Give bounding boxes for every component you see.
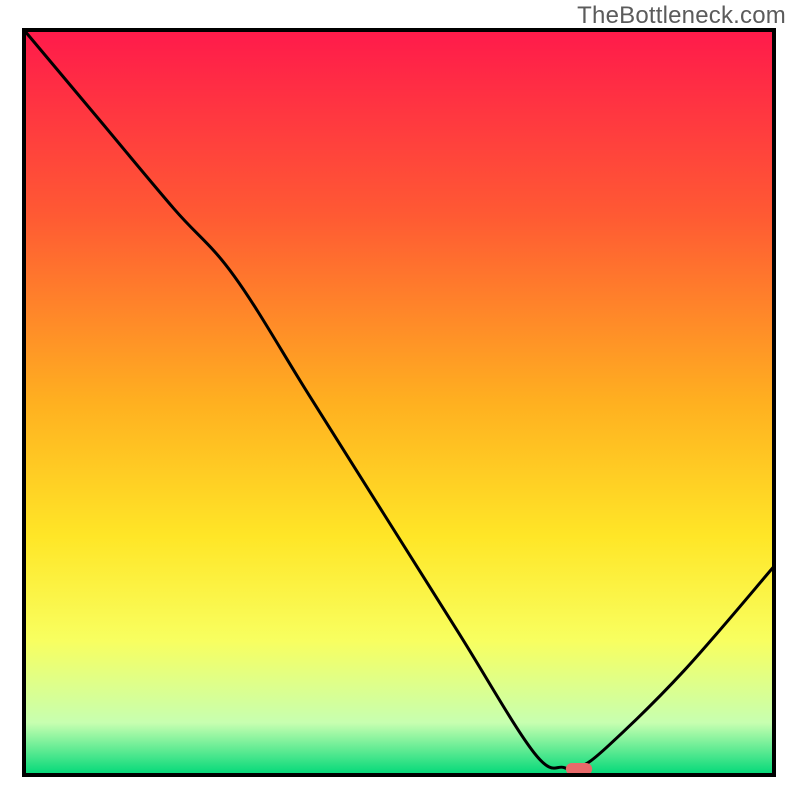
- bottleneck-chart: [0, 0, 800, 800]
- plot-gradient-rect: [24, 30, 774, 775]
- watermark-text: TheBottleneck.com: [577, 2, 786, 30]
